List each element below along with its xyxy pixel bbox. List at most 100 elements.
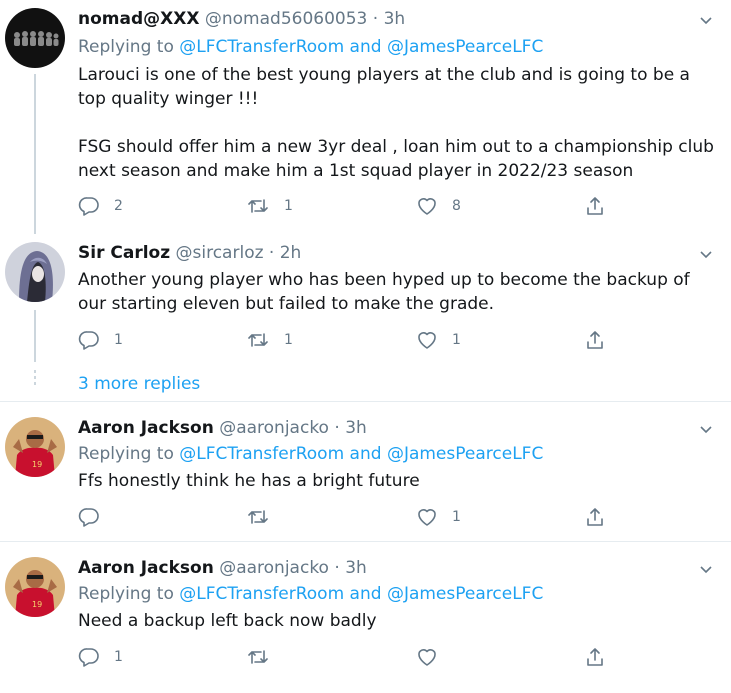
tweet-header: Aaron Jackson @aaronjacko · 3h bbox=[78, 417, 367, 439]
reply-button[interactable] bbox=[78, 505, 114, 529]
retweet-button[interactable] bbox=[246, 505, 284, 529]
mention-joiner: and bbox=[349, 37, 382, 57]
retweet-button[interactable] bbox=[246, 645, 284, 669]
avatar[interactable] bbox=[5, 8, 65, 68]
tweet-actions: 1 bbox=[78, 645, 638, 669]
tweet-text: Need a backup left back now badly bbox=[78, 609, 718, 633]
tweet-sircarloz[interactable]: Sir Carloz @sircarloz · 2h Another young… bbox=[0, 242, 731, 362]
tweet-header: Sir Carloz @sircarloz · 2h bbox=[78, 242, 301, 264]
share-icon bbox=[587, 648, 603, 666]
heart-icon bbox=[418, 649, 436, 666]
reply-icon bbox=[78, 508, 99, 527]
tweet-paragraph: Larouci is one of the best young players… bbox=[78, 65, 690, 109]
replying-to: Replying to @LFCTransferRoom and @JamesP… bbox=[78, 36, 543, 58]
user-handle[interactable]: @nomad56060053 bbox=[205, 9, 367, 29]
chevron-down-icon[interactable] bbox=[696, 10, 716, 30]
replying-to: Replying to @LFCTransferRoom and @JamesP… bbox=[78, 583, 543, 605]
tweet-text: Ffs honestly think he has a bright futur… bbox=[78, 469, 718, 493]
like-button[interactable]: 1 bbox=[416, 328, 461, 352]
mention-link[interactable]: @LFCTransferRoom bbox=[179, 584, 344, 604]
timestamp[interactable]: 2h bbox=[280, 243, 302, 263]
retweet-icon bbox=[248, 333, 268, 347]
retweet-count: 1 bbox=[284, 198, 293, 214]
share-button[interactable] bbox=[584, 505, 606, 529]
timestamp[interactable]: 3h bbox=[345, 418, 367, 438]
like-button[interactable]: 8 bbox=[416, 194, 461, 218]
replying-to-label: Replying to bbox=[78, 584, 174, 604]
reply-icon bbox=[78, 197, 99, 216]
tweet-text: Another young player who has been hyped … bbox=[78, 268, 718, 316]
reply-icon bbox=[78, 648, 99, 667]
tweet-nomad[interactable]: nomad@XXX @nomad56060053 · 3h Replying t… bbox=[0, 8, 731, 218]
tweet-header: Aaron Jackson @aaronjacko · 3h bbox=[78, 557, 367, 579]
mention-link[interactable]: @JamesPearceLFC bbox=[387, 584, 543, 604]
tweet-actions: 1 1 1 bbox=[78, 328, 638, 352]
tweet-paragraph: Another young player who has been hyped … bbox=[78, 270, 690, 314]
avatar[interactable] bbox=[5, 242, 65, 302]
user-handle[interactable]: @aaronjacko bbox=[219, 418, 329, 438]
separator-dot: · bbox=[268, 243, 275, 263]
mention-link[interactable]: @LFCTransferRoom bbox=[179, 444, 344, 464]
separator-dot: · bbox=[372, 9, 379, 29]
reply-icon bbox=[78, 331, 99, 350]
share-icon bbox=[587, 197, 603, 215]
timestamp[interactable]: 3h bbox=[384, 9, 406, 29]
display-name[interactable]: Aaron Jackson bbox=[78, 418, 214, 438]
retweet-button[interactable]: 1 bbox=[246, 328, 293, 352]
display-name[interactable]: Aaron Jackson bbox=[78, 558, 214, 578]
mention-link[interactable]: @JamesPearceLFC bbox=[387, 444, 543, 464]
chevron-down-icon[interactable] bbox=[696, 244, 716, 264]
share-button[interactable] bbox=[584, 645, 606, 669]
mention-joiner: and bbox=[349, 444, 382, 464]
tweet-text: Larouci is one of the best young players… bbox=[78, 63, 718, 183]
separator-dot: · bbox=[334, 418, 340, 438]
avatar[interactable]: 19 bbox=[5, 557, 65, 617]
tweet-aaronjackson-2[interactable]: 19 Aaron Jackson @aaronjacko · 3h Replyi… bbox=[0, 557, 731, 672]
share-icon bbox=[587, 508, 603, 526]
separator-dot: · bbox=[334, 558, 340, 578]
tweet-header: nomad@XXX @nomad56060053 · 3h bbox=[78, 8, 405, 30]
tweet-paragraph: Need a backup left back now badly bbox=[78, 611, 377, 631]
divider bbox=[0, 541, 731, 542]
retweet-button[interactable]: 1 bbox=[246, 194, 293, 218]
display-name[interactable]: Sir Carloz bbox=[78, 243, 170, 263]
mention-link[interactable]: @JamesPearceLFC bbox=[387, 37, 543, 57]
user-handle[interactable]: @sircarloz bbox=[176, 243, 264, 263]
reply-button[interactable]: 2 bbox=[78, 194, 123, 218]
svg-text:19: 19 bbox=[32, 600, 42, 609]
retweet-icon bbox=[248, 650, 268, 664]
tweet-paragraph: Ffs honestly think he has a bright futur… bbox=[78, 471, 420, 491]
replying-to-label: Replying to bbox=[78, 37, 174, 57]
reply-count: 1 bbox=[114, 332, 123, 348]
show-more-replies-link[interactable]: 3 more replies bbox=[78, 373, 200, 395]
reply-count: 2 bbox=[114, 198, 123, 214]
share-button[interactable] bbox=[584, 194, 606, 218]
avatar[interactable]: 19 bbox=[5, 417, 65, 477]
reply-button[interactable]: 1 bbox=[78, 328, 123, 352]
svg-text:19: 19 bbox=[32, 460, 42, 469]
like-count: 1 bbox=[452, 332, 461, 348]
replying-to-label: Replying to bbox=[78, 444, 174, 464]
mention-joiner: and bbox=[349, 584, 382, 604]
display-name[interactable]: nomad@XXX bbox=[78, 9, 199, 29]
mention-link[interactable]: @LFCTransferRoom bbox=[179, 37, 344, 57]
tweet-paragraph: FSG should offer him a new 3yr deal , lo… bbox=[78, 137, 714, 181]
heart-icon bbox=[418, 198, 436, 215]
tweet-actions: 2 1 8 bbox=[78, 194, 638, 218]
tweet-aaronjackson[interactable]: 19 Aaron Jackson @aaronjacko · 3h Replyi… bbox=[0, 417, 731, 532]
timestamp[interactable]: 3h bbox=[345, 558, 367, 578]
reply-button[interactable]: 1 bbox=[78, 645, 123, 669]
user-handle[interactable]: @aaronjacko bbox=[219, 558, 329, 578]
reply-count: 1 bbox=[114, 649, 123, 665]
like-button[interactable] bbox=[416, 645, 452, 669]
like-count: 8 bbox=[452, 198, 461, 214]
chevron-down-icon[interactable] bbox=[696, 559, 716, 579]
share-button[interactable] bbox=[584, 328, 606, 352]
tweet-actions: 1 bbox=[78, 505, 638, 529]
chevron-down-icon[interactable] bbox=[696, 419, 716, 439]
retweet-count: 1 bbox=[284, 332, 293, 348]
retweet-icon bbox=[248, 199, 268, 213]
heart-icon bbox=[418, 509, 436, 526]
like-button[interactable]: 1 bbox=[416, 505, 461, 529]
heart-icon bbox=[418, 332, 436, 349]
